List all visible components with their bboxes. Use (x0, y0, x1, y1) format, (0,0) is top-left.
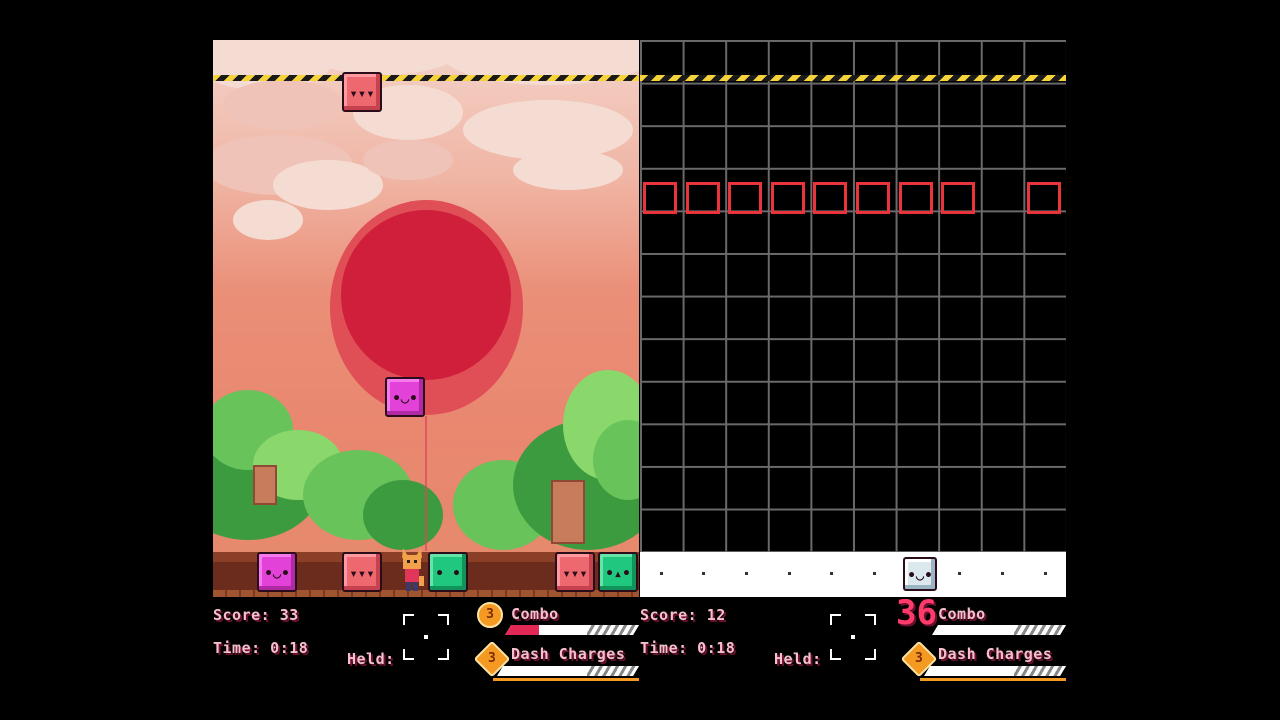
p2-time: Time: 0:18 (640, 639, 736, 657)
p1-score: Score: 33 (213, 606, 299, 624)
block-white: •◡• (903, 557, 937, 591)
block-green: • • (428, 552, 468, 592)
cloud (363, 140, 453, 180)
ghost-slot (856, 182, 890, 214)
ghost-slot (813, 182, 847, 214)
p2-dash-meter (924, 666, 1066, 676)
ghost-slot (686, 182, 720, 214)
p2-combo-count: 36 (896, 593, 937, 633)
ruin-stone (253, 465, 277, 505)
bush (363, 480, 443, 550)
drop-guide-line (425, 416, 427, 551)
danger-line (640, 75, 1066, 81)
ghost-slot (941, 182, 975, 214)
player2-playfield: •◡• (640, 40, 1066, 597)
ghost-slot (728, 182, 762, 214)
p1-time: Time: 0:18 (213, 639, 309, 657)
p1-combo-meter-fill (505, 625, 539, 635)
ghost-slot (1027, 182, 1061, 214)
p2-dash-label: Dash Charges (938, 645, 1053, 663)
block-red: ▾▾▾ (555, 552, 595, 592)
p1-dash-label: Dash Charges (511, 645, 626, 663)
p1-dash-underline (493, 678, 639, 681)
ghost-slot (771, 182, 805, 214)
p2-held-slot (830, 614, 876, 660)
p1-combo-meter (505, 625, 639, 635)
p2-score: Score: 12 (640, 606, 726, 624)
p1-dash-meter (497, 666, 639, 676)
falling-block-red: ▾▾▾ (342, 72, 382, 112)
p2-combo-label: Combo (938, 605, 986, 623)
falling-block-magenta: •◡• (385, 377, 425, 417)
ghost-slot (643, 182, 677, 214)
cloud (223, 80, 343, 130)
p1-held-label: Held: (347, 650, 395, 668)
p2-dash-underline (920, 678, 1066, 681)
floor-row (640, 552, 1066, 597)
sun (341, 210, 511, 380)
p1-combo-label: Combo (511, 605, 559, 623)
player1-playfield: ▾▾▾ •◡• •◡• ▾▾▾ • • ▾▾▾ •▴• (213, 40, 639, 597)
block-magenta: •◡• (257, 552, 297, 592)
danger-line (213, 75, 639, 81)
p2-combo-meter (932, 625, 1066, 635)
block-red: ▾▾▾ (342, 552, 382, 592)
ruin-stone (551, 480, 585, 544)
playfield-grid (640, 40, 1066, 552)
block-green: •▴• (598, 552, 638, 592)
cloud (233, 200, 303, 240)
p1-held-slot (403, 614, 449, 660)
player-character (402, 548, 424, 591)
p2-held-label: Held: (774, 650, 822, 668)
p1-combo-badge: 3 (477, 602, 503, 628)
ghost-slot (899, 182, 933, 214)
cloud (513, 150, 623, 190)
